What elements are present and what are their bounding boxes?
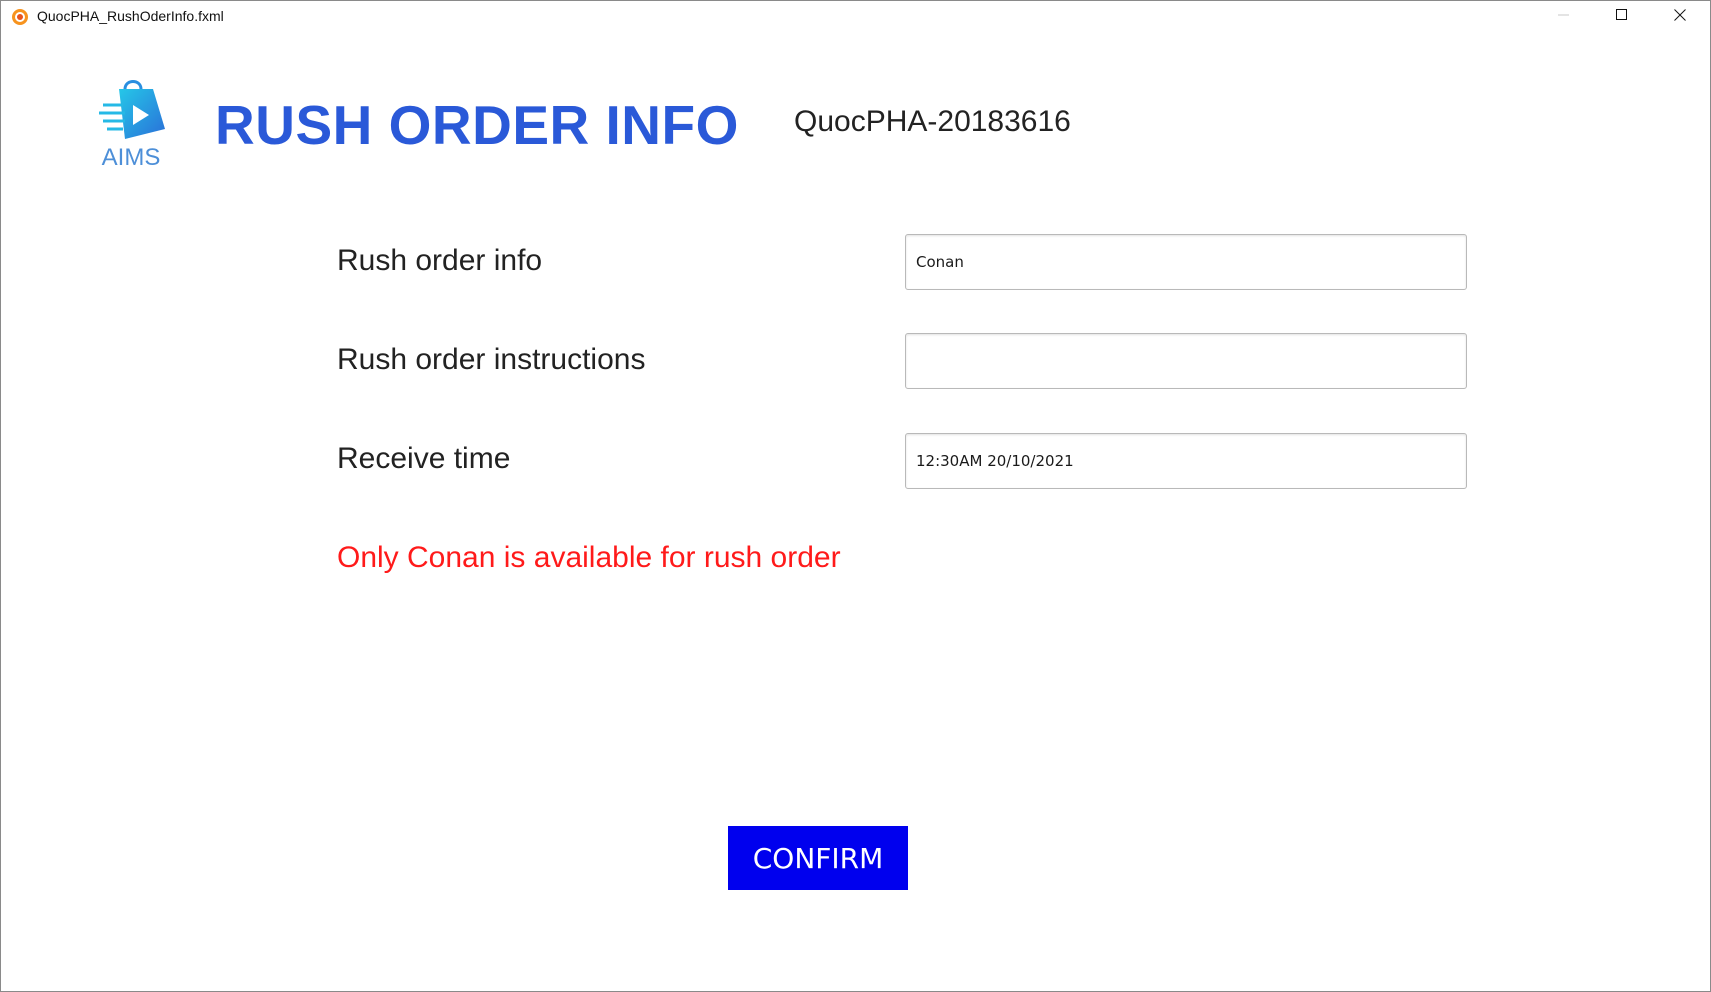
app-window: QuocPHA_RushOderInfo.fxml AIMS RUSH ORDE… (0, 0, 1711, 992)
logo-text: AIMS (102, 144, 161, 171)
maximize-icon (1616, 8, 1628, 26)
receive-time-label: Receive time (337, 442, 511, 475)
rush-order-info-input[interactable] (905, 234, 1467, 290)
receive-time-input[interactable] (905, 433, 1467, 489)
app-icon (11, 8, 29, 26)
title-bar[interactable]: QuocPHA_RushOderInfo.fxml (1, 1, 1710, 33)
rush-order-instructions-input[interactable] (905, 333, 1467, 389)
window-title: QuocPHA_RushOderInfo.fxml (37, 8, 224, 24)
rush-order-info-label: Rush order info (337, 244, 543, 277)
close-icon (1674, 8, 1686, 26)
rush-order-instructions-label: Rush order instructions (337, 343, 646, 376)
aims-logo: AIMS (95, 75, 175, 171)
confirm-button[interactable]: CONFIRM (728, 826, 908, 890)
user-id-label: QuocPHA-20183616 (794, 105, 1071, 138)
minimize-icon (1558, 8, 1570, 26)
error-message: Only Conan is available for rush order (337, 541, 841, 574)
minimize-button[interactable] (1535, 1, 1593, 33)
maximize-button[interactable] (1593, 1, 1651, 33)
page-title: RUSH ORDER INFO (215, 94, 739, 156)
close-button[interactable] (1651, 1, 1709, 33)
